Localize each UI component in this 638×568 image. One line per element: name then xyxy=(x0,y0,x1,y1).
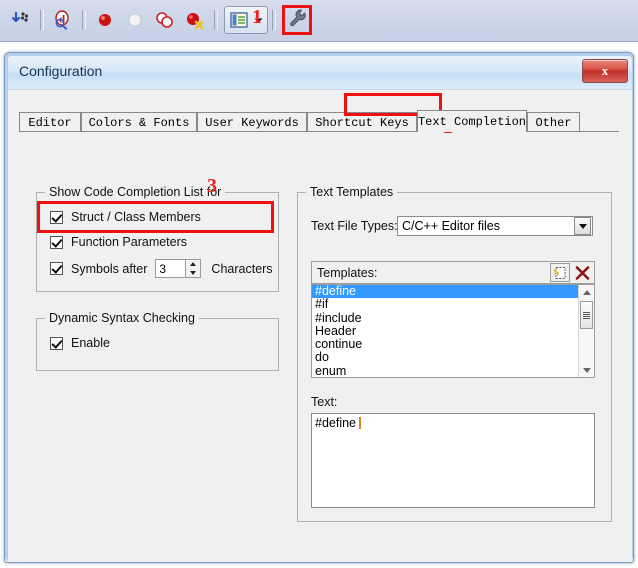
text-label: Text: xyxy=(311,395,338,409)
symbols-after-stepper[interactable]: 3 xyxy=(155,259,202,278)
list-item[interactable]: do xyxy=(312,351,578,365)
checkbox-function-parameters[interactable]: Function Parameters xyxy=(50,235,187,249)
annotation-number-1: 1 xyxy=(252,6,262,28)
checkbox-label: Function Parameters xyxy=(71,235,188,249)
list-item[interactable]: #include xyxy=(312,311,578,325)
find-declaration-icon[interactable]: d xyxy=(48,5,78,35)
stepper-up-icon[interactable] xyxy=(186,260,200,269)
list-item[interactable]: continue xyxy=(312,337,578,351)
symbols-after-value[interactable]: 3 xyxy=(155,259,186,278)
tab-underline xyxy=(19,131,619,132)
templates-listbox[interactable]: #define #if #include Header continue do … xyxy=(311,284,595,378)
toolbar-separator-4 xyxy=(272,10,276,30)
stepper-down-icon[interactable] xyxy=(186,269,200,278)
dynamic-syntax-checking-group-title: Dynamic Syntax Checking xyxy=(45,311,199,325)
close-button[interactable]: x xyxy=(582,59,628,83)
checkbox-label: Enable xyxy=(71,336,110,350)
delete-template-button[interactable] xyxy=(572,263,592,282)
tab-label: Other xyxy=(535,115,572,130)
main-toolbar: d 1 xyxy=(0,0,638,42)
tab-text-completion[interactable]: Text Completion xyxy=(417,110,527,132)
tab-other[interactable]: Other xyxy=(527,112,580,132)
configuration-wrench-button[interactable] xyxy=(282,5,312,35)
tab-user-keywords[interactable]: User Keywords xyxy=(197,112,307,132)
scrollbar-thumb[interactable] xyxy=(580,301,593,329)
text-file-types-select[interactable]: C/C++ Editor files xyxy=(397,216,593,236)
tab-label: Editor xyxy=(28,115,72,130)
annotation-number-3: 3 xyxy=(207,175,217,197)
scrollbar-down-icon[interactable] xyxy=(579,363,594,377)
text-templates-group-title: Text Templates xyxy=(306,185,398,199)
breakpoint-red-icon[interactable] xyxy=(90,5,120,35)
checkbox-label: Struct / Class Members xyxy=(71,210,201,224)
dialog-title: Configuration xyxy=(19,63,103,79)
checkbox-struct-class-members[interactable]: Struct / Class Members xyxy=(50,210,201,224)
tab-editor[interactable]: Editor xyxy=(19,112,81,132)
wrench-icon xyxy=(288,8,307,32)
dialog-titlebar[interactable]: Configuration x xyxy=(8,56,632,89)
configuration-dialog: Configuration x Editor Colors & Fonts Us… xyxy=(4,52,634,563)
chevron-down-icon[interactable] xyxy=(574,217,591,235)
close-icon: x xyxy=(601,63,609,78)
breakpoint-disabled-icon[interactable] xyxy=(120,5,150,35)
breakpoint-toggle-icon[interactable] xyxy=(150,5,180,35)
tab-shortcut-keys[interactable]: Shortcut Keys xyxy=(307,112,417,132)
scrollbar-up-icon[interactable] xyxy=(579,285,594,299)
list-item[interactable]: enum xyxy=(312,364,578,377)
tab-label: Colors & Fonts xyxy=(88,115,190,130)
checkbox-enable-syntax-checking[interactable]: Enable xyxy=(50,336,110,350)
step-into-icon[interactable] xyxy=(6,5,36,35)
view-list-icon[interactable] xyxy=(227,9,251,31)
checkbox-box[interactable] xyxy=(50,210,63,224)
delete-template-icon xyxy=(575,265,589,280)
checkbox-label: Symbols after xyxy=(71,261,148,276)
template-text-editor[interactable]: #define xyxy=(311,413,595,508)
tab-colors-fonts[interactable]: Colors & Fonts xyxy=(81,112,197,132)
toolbar-separator-2 xyxy=(82,10,86,30)
text-caret xyxy=(359,417,362,429)
tab-strip: Editor Colors & Fonts User Keywords Shor… xyxy=(19,110,619,132)
toolbar-separator-3 xyxy=(214,10,218,30)
scrollbar-grip-icon xyxy=(583,311,590,319)
templates-label: Templates: xyxy=(317,265,378,280)
toolbar-separator-1 xyxy=(40,10,44,30)
new-template-button[interactable] xyxy=(550,263,570,282)
templates-scrollbar[interactable] xyxy=(578,285,594,377)
checkbox-box[interactable] xyxy=(50,336,63,350)
text-file-types-value: C/C++ Editor files xyxy=(402,219,500,233)
tab-label: User Keywords xyxy=(205,115,299,130)
templates-toolbar: Templates: xyxy=(311,261,595,284)
list-item[interactable]: Header xyxy=(312,324,578,338)
list-item[interactable]: #if xyxy=(312,297,578,311)
new-template-icon xyxy=(553,266,566,279)
checkbox-symbols-after[interactable]: Symbols after 3 Characters xyxy=(50,259,273,278)
template-text-line: #define xyxy=(315,416,591,430)
template-text-value: #define xyxy=(315,416,360,430)
templates-list-items: #define #if #include Header continue do … xyxy=(312,285,578,377)
show-code-completion-group-title: Show Code Completion List for xyxy=(45,185,226,199)
list-item[interactable]: #define xyxy=(312,285,578,299)
characters-label: Characters xyxy=(211,261,273,276)
checkbox-box[interactable] xyxy=(50,262,63,275)
text-file-types-label: Text File Types: xyxy=(311,219,398,233)
tab-label: Shortcut Keys xyxy=(315,115,409,130)
stepper-buttons[interactable] xyxy=(185,259,202,278)
breakpoint-delete-icon[interactable] xyxy=(180,5,210,35)
checkbox-box[interactable] xyxy=(50,235,63,249)
tab-label: Text Completion xyxy=(417,114,527,129)
